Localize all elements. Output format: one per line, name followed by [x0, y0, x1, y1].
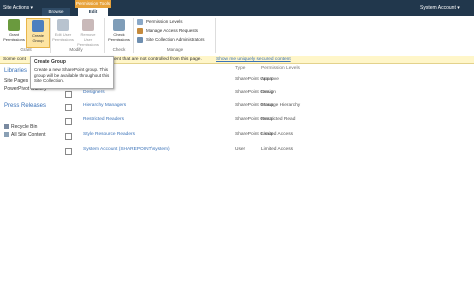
site-actions-menu[interactable]: Site Actions ▾ — [3, 4, 33, 12]
remove-user-permissions-button[interactable]: Remove User Permissions — [77, 18, 99, 47]
row-permission: Approve — [261, 77, 279, 82]
banner-text: tent that are not controlled from this p… — [113, 57, 202, 62]
show-unique-content-link[interactable]: Show me uniquely secured content — [216, 56, 291, 63]
row-name-link[interactable]: System Account (SHAREPOINT\system) — [83, 147, 170, 152]
ribbon: Grant Permissions Create Group Grant Edi… — [0, 16, 474, 57]
group-label-manage: Manage — [166, 47, 184, 52]
site-admins-icon — [137, 37, 143, 43]
table-row: System Account (SHAREPOINT\system) User … — [65, 147, 465, 157]
tooltip-body: Create a new SharePoint group. This grou… — [34, 67, 110, 83]
create-group-tooltip: Create Group Create a new SharePoint gro… — [30, 56, 114, 89]
row-permission: Manage Hierarchy — [261, 103, 301, 108]
create-group-button[interactable]: Create Group — [26, 18, 50, 48]
check-permissions-label: Check Permissions — [108, 32, 130, 42]
access-requests-icon — [137, 28, 143, 34]
recycle-bin-icon — [4, 124, 9, 130]
ribbon-separator — [104, 18, 105, 53]
all-site-content-icon — [4, 132, 9, 138]
grant-permissions-icon — [8, 19, 20, 31]
row-name-link[interactable]: Restricted Readers — [83, 117, 124, 122]
row-checkbox[interactable] — [65, 133, 72, 140]
top-bar — [0, 0, 474, 16]
row-name-link[interactable]: Designers — [83, 90, 105, 95]
create-group-label: Create Group — [31, 33, 44, 43]
banner-text-start: Some cont — [3, 57, 26, 62]
tab-edit[interactable]: Edit — [78, 8, 108, 16]
permission-levels-button[interactable]: Permission Levels — [137, 18, 183, 26]
column-header-type: Type — [235, 66, 246, 71]
ribbon-separator — [133, 18, 134, 53]
grant-permissions-label: Grant Permissions — [3, 32, 25, 42]
row-checkbox[interactable] — [65, 148, 72, 155]
group-label-check: Check — [112, 47, 126, 52]
check-permissions-icon — [113, 19, 125, 31]
edit-user-label: Edit User Permissions — [52, 32, 74, 42]
row-name-link[interactable]: Style Resource Readers — [83, 132, 135, 137]
tab-browse[interactable]: Browse — [42, 8, 70, 16]
nav-all-site-content[interactable]: All Site Content — [4, 132, 45, 138]
ribbon-separator — [50, 18, 51, 53]
table-row: Restricted Readers SharePoint Group Rest… — [65, 117, 465, 127]
all-site-content-label: All Site Content — [11, 132, 46, 138]
remove-user-icon — [82, 19, 94, 31]
edit-user-permissions-button[interactable]: Edit User Permissions — [52, 18, 74, 46]
edit-user-icon — [57, 19, 69, 31]
permission-levels-label: Permission Levels — [146, 19, 183, 24]
manage-access-requests-button[interactable]: Manage Access Requests — [137, 27, 198, 35]
row-permission: Restricted Read — [261, 117, 296, 122]
check-permissions-button[interactable]: Check Permissions — [108, 18, 130, 46]
ribbon-separator — [215, 18, 216, 53]
row-permission: Limited Access — [261, 147, 293, 152]
permission-tools-context-label: Permission Tools — [75, 0, 111, 8]
row-name-link[interactable]: Hierarchy Managers — [83, 103, 126, 108]
row-permission: Design — [261, 90, 276, 95]
row-checkbox[interactable] — [65, 104, 72, 111]
row-checkbox[interactable] — [65, 118, 72, 125]
site-collection-admins-label: Site Collection Administrators — [146, 37, 205, 42]
manage-access-label: Manage Access Requests — [146, 28, 199, 33]
permission-levels-icon — [137, 19, 143, 25]
site-collection-admins-button[interactable]: Site Collection Administrators — [137, 36, 205, 44]
nav-press-releases[interactable]: Press Releases — [4, 103, 46, 109]
nav-libraries[interactable]: Libraries — [4, 68, 27, 74]
recycle-bin-label: Recycle Bin — [11, 124, 38, 130]
table-row: Style Resource Readers SharePoint Group … — [65, 132, 465, 142]
column-header-permission-levels: Permission Levels — [261, 66, 300, 71]
group-label-grant: Grant — [20, 47, 32, 52]
nav-site-pages[interactable]: Site Pages — [4, 78, 28, 84]
group-label-modify: Modify — [69, 47, 83, 52]
table-row: Designers SharePoint Group Design — [65, 90, 465, 100]
create-group-icon — [32, 20, 44, 32]
account-menu[interactable]: System Account ▾ — [420, 4, 460, 12]
row-checkbox[interactable] — [65, 91, 72, 98]
grant-permissions-button[interactable]: Grant Permissions — [3, 18, 25, 46]
table-row: Hierarchy Managers SharePoint Group Mana… — [65, 103, 465, 113]
remove-user-label: Remove User Permissions — [77, 32, 99, 47]
row-permission: Limited Access — [261, 132, 293, 137]
table-row: SharePoint Group Approve — [65, 77, 465, 87]
nav-recycle-bin[interactable]: Recycle Bin — [4, 124, 37, 130]
tooltip-title: Create Group — [34, 59, 66, 65]
